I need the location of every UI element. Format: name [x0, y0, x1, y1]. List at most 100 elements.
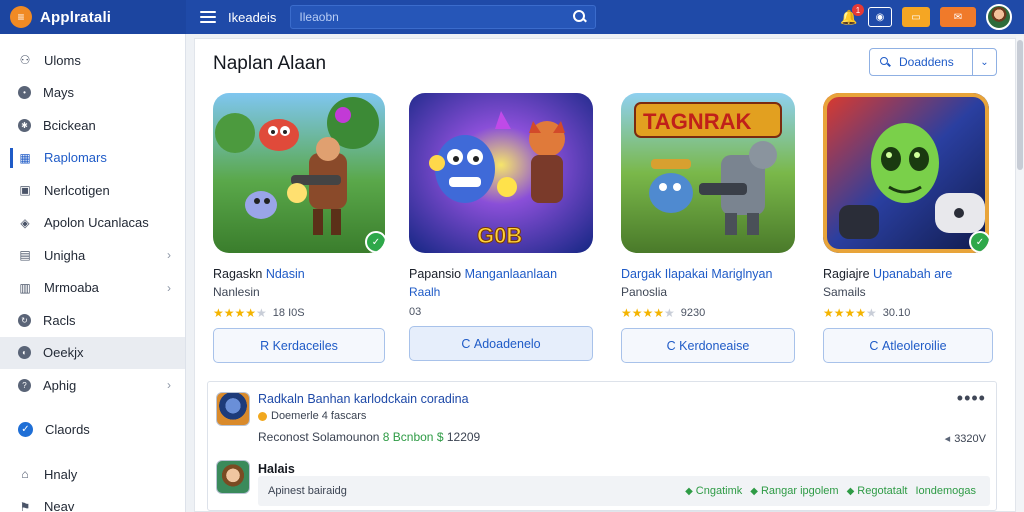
downloads-button[interactable]: Doaddens ⌄: [869, 48, 997, 76]
map-pin-icon: •: [18, 86, 31, 100]
users-icon: ⚇: [19, 53, 31, 68]
pin-icon: ◈: [20, 215, 30, 230]
game-thumbnail[interactable]: ✓: [823, 93, 989, 253]
verified-badge-icon: ✓: [969, 231, 989, 253]
card-action-button[interactable]: C Adoadenelo: [409, 326, 593, 361]
detail-info-highlight: 8 Bcnbon: [382, 430, 434, 444]
sidebar-item-locations[interactable]: ◈ Apolon Ucanlacas: [0, 207, 185, 240]
card-title: Dargak Ilapakai Mariglnyan: [621, 267, 773, 281]
sidebar-item-settings[interactable]: ✱ Bcickean: [0, 109, 185, 142]
game-art-image: [823, 93, 989, 253]
book-icon: ▤: [19, 248, 31, 263]
folder-icon[interactable]: ▭: [902, 7, 930, 27]
sidebar-item-stats[interactable]: ▥ Mrmoaba ›: [0, 272, 185, 305]
svg-text:TAGNRAK: TAGNRAK: [643, 109, 751, 134]
detail-meta: Doemerle 4 fascars: [271, 410, 367, 422]
card-action-button[interactable]: R Kerdaceiles: [213, 328, 385, 363]
action-link[interactable]: Iondemogas: [915, 485, 976, 497]
card-subtitle: Samails: [823, 285, 866, 299]
arrow-left-icon: ◂: [944, 433, 951, 445]
user-avatar[interactable]: [986, 4, 1012, 30]
sidebar: ⚇ Uloms • Mays ✱ Bcickean ▦ Raplomars ▣ Nerlc…: [0, 34, 186, 512]
game-art-image: TAGNRAK: [621, 93, 795, 253]
mail-icon[interactable]: ✉: [940, 7, 976, 27]
verified-badge-icon: ✓: [365, 231, 385, 253]
tag-icon: ◆: [685, 485, 693, 497]
detail-link-icon: $: [436, 430, 444, 444]
sidebar-item-flag[interactable]: ⚑ Neav: [0, 491, 185, 512]
app-icon-secondary[interactable]: [216, 460, 250, 494]
brand[interactable]: ≡ Applratali: [0, 0, 186, 34]
refresh-icon: ↻: [18, 313, 31, 327]
sidebar-item-security[interactable]: ◐ Oeekjx: [0, 336, 185, 369]
detail-title[interactable]: Radkaln Banhan karlodckain coradina: [258, 392, 469, 406]
scrollbar-thumb[interactable]: [1017, 40, 1023, 170]
search-input[interactable]: [299, 10, 574, 24]
card-action-button[interactable]: C Kerdoneaise: [621, 328, 795, 363]
card-title-highlight: Upanabah are: [873, 267, 953, 281]
shield-icon: ◐: [18, 346, 31, 360]
top-bar: ≡ Applratali Ikeadeis 🔔1 ◉ ▭ ✉: [0, 0, 1024, 34]
search-bar[interactable]: [290, 5, 597, 29]
detail-action-bar: Apinest bairaidg ◆ Cngatimk ◆ Rangar ipgol…: [258, 476, 990, 506]
chevron-down-icon[interactable]: ⌄: [972, 49, 996, 75]
card-rating: ★★★★★ 9230: [621, 306, 706, 320]
page-title: Naplan Alaan: [213, 53, 327, 74]
sidebar-item-library[interactable]: ▤ Unigha ›: [0, 239, 185, 272]
menu-logo-icon: ≡: [10, 6, 32, 28]
detail-info: Reconost Solamounon: [258, 430, 380, 444]
flag-icon: ⚑: [19, 499, 31, 512]
chevron-right-icon: ›: [167, 378, 171, 393]
card-title: Ragaskn: [213, 267, 263, 281]
game-thumbnail[interactable]: TAGNRAK: [621, 93, 795, 253]
star-rating-icon: ★★★★★: [213, 306, 267, 320]
card-action-button[interactable]: C Atleoleroilie: [823, 328, 993, 363]
app-title: Applratali: [40, 8, 112, 26]
sidebar-item-refresh[interactable]: ↻ Racls: [0, 304, 185, 337]
chevron-right-icon: ›: [167, 248, 171, 263]
detail-size: 3320V: [954, 433, 986, 445]
sidebar-item-media[interactable]: ▣ Nerlcotigen: [0, 174, 185, 207]
sidebar-item-help[interactable]: ? Aphig ›: [0, 369, 185, 402]
page-scrollbar[interactable]: [1016, 36, 1024, 512]
chart-icon: ▥: [19, 280, 31, 295]
action-link[interactable]: ◆ Cngatimk: [685, 485, 742, 497]
action-link[interactable]: ◆ Rangar ipgolem: [750, 485, 838, 497]
game-thumbnail[interactable]: G0B: [409, 93, 593, 253]
top-actions: 🔔 1 ◉ ▭ ✉: [840, 0, 1012, 34]
section-label: Halais: [258, 462, 295, 476]
game-card[interactable]: G0B Papansio Manganlaanlaan Raalh 03 C A…: [409, 93, 599, 361]
sidebar-item-users[interactable]: ⚇ Uloms: [0, 44, 185, 77]
game-thumbnail[interactable]: ✓: [213, 93, 385, 253]
tag-icon: ◆: [750, 485, 758, 497]
more-options-icon[interactable]: ••••: [957, 388, 986, 409]
sidebar-item-maps[interactable]: • Mays: [0, 77, 185, 110]
sidebar-item-apps[interactable]: ▦ Raplomars: [0, 142, 185, 175]
app-detail-panel: Radkaln Banhan karlodckain coradina Doem…: [207, 381, 997, 511]
sidebar-item-claims[interactable]: ✓ Claords: [0, 414, 185, 447]
star-rating-icon: ★★★★★: [621, 306, 675, 320]
game-art-image: G0B: [409, 93, 593, 253]
chat-icon[interactable]: ◉: [868, 7, 892, 27]
app-icon[interactable]: [216, 392, 250, 426]
notification-bell-icon[interactable]: 🔔 1: [840, 4, 864, 26]
card-title: Papansio: [409, 267, 462, 281]
main-panel: Naplan Alaan Doaddens ⌄ ✓ Ragaskn Ndasin…: [194, 38, 1016, 512]
game-card[interactable]: TAGNRAK Dargak Ilapakai Mariglnyan Panos…: [621, 93, 811, 363]
card-title: Ragiajre: [823, 267, 870, 281]
tag-icon: ◆: [846, 485, 855, 497]
sidebar-item-home[interactable]: ⌂ Hnaly: [0, 458, 185, 491]
card-subtitle: Raalh: [409, 285, 441, 299]
game-card[interactable]: ✓ Ragiajre Upanabah are Samails ★★★★★ 30.…: [823, 93, 1013, 363]
search-icon[interactable]: [573, 10, 587, 24]
image-icon: ▣: [19, 183, 31, 198]
card-title-highlight: Ndasin: [265, 267, 305, 281]
card-rating: ★★★★★ 30.10: [823, 306, 911, 320]
nav-label[interactable]: Ikeadeis: [228, 10, 276, 25]
detail-count: 12209: [446, 430, 481, 444]
action-link[interactable]: ◆ Regotatalt: [847, 485, 908, 497]
game-card[interactable]: ✓ Ragaskn Ndasin Nanlesin ★★★★★ 18 I0S R …: [213, 93, 403, 363]
hamburger-menu-icon[interactable]: [200, 11, 216, 23]
help-icon: ?: [18, 378, 31, 392]
grid-icon: ▦: [19, 150, 31, 165]
